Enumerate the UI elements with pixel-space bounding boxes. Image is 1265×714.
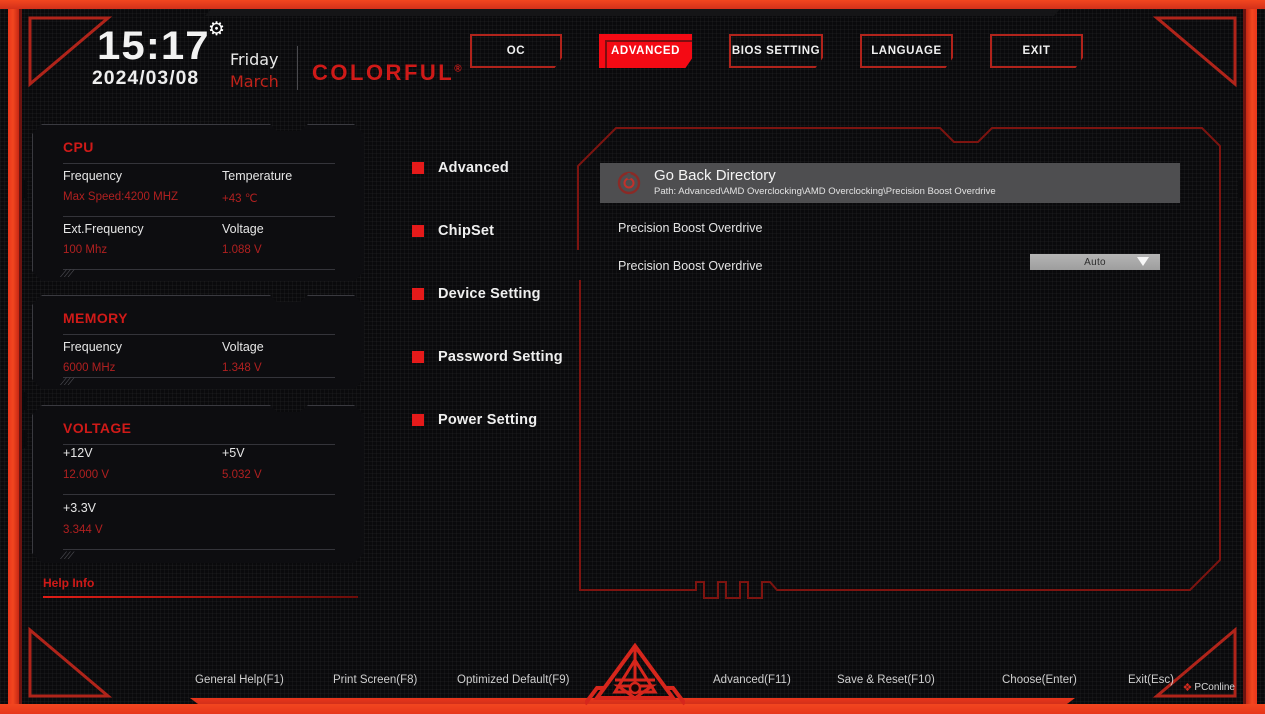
hotkey-advanced[interactable]: Advanced(F11) xyxy=(713,674,791,686)
nav-tab-advanced[interactable]: ADVANCED xyxy=(599,34,692,68)
bios-screen: 15:17 2024/03/08 ⚙ Friday March COLORFUL… xyxy=(0,0,1265,714)
memory-panel-title: MEMORY xyxy=(63,310,128,326)
clock-day-name: Friday xyxy=(230,50,279,69)
go-back-directory-row[interactable]: Go Back Directory Path: Advanced\AMD Ove… xyxy=(600,163,1180,203)
footer-hotkeys: General Help(F1) Print Screen(F8) Optimi… xyxy=(0,642,1265,706)
frame-tick-left-2 xyxy=(22,392,27,410)
hotkey-exit[interactable]: Exit(Esc) xyxy=(1128,674,1174,686)
brand-registered-mark: ® xyxy=(454,63,465,75)
voltage-5v-label: +5V xyxy=(222,446,245,460)
bullet-icon xyxy=(412,225,424,237)
cpu-temperature-value: +43 ℃ xyxy=(222,193,258,205)
voltage-33v-label: +3.3V xyxy=(63,501,97,515)
precision-boost-overdrive-label: Precision Boost Overdrive xyxy=(618,258,763,273)
nav-tab-bios-setting[interactable]: BIOS SETTING xyxy=(729,34,828,73)
memory-panel-decoration: ⁄⁄⁄ xyxy=(63,376,75,388)
cpu-panel-title: CPU xyxy=(63,139,94,155)
memory-info-panel: MEMORY Frequency 6000 MHz Voltage 1.348 … xyxy=(32,295,364,389)
memory-frequency-label: Frequency xyxy=(63,340,123,354)
triangle-emblem-icon xyxy=(583,642,687,706)
hotkey-general-help[interactable]: General Help(F1) xyxy=(195,674,284,686)
voltage-panel-title: VOLTAGE xyxy=(63,420,132,436)
cpu-temperature-label: Temperature xyxy=(222,169,293,183)
menu-item-chipset[interactable]: ChipSet xyxy=(412,215,563,247)
voltage-info-panel: VOLTAGE +12V 12.000 V +5V 5.032 V +3.3V … xyxy=(32,405,364,563)
category-menu: Advanced ChipSet Device Setting Password… xyxy=(412,152,563,436)
header-divider xyxy=(297,46,298,90)
cpu-frequency-label: Frequency xyxy=(63,169,123,183)
cpu-ext-frequency-label: Ext.Frequency xyxy=(63,222,144,236)
nav-tab-exit[interactable]: EXIT xyxy=(990,34,1088,73)
menu-item-advanced[interactable]: Advanced xyxy=(412,152,563,184)
help-info-underline xyxy=(43,596,358,598)
pconline-watermark-text: PConline xyxy=(1194,682,1235,693)
frame-tick-left-1 xyxy=(22,180,27,198)
voltage-5v-value: 5.032 V xyxy=(222,469,262,481)
precision-boost-overdrive-dropdown[interactable]: Auto xyxy=(1030,254,1160,270)
gear-icon: ⚙ xyxy=(208,19,226,40)
frame-edge-top xyxy=(0,0,1265,9)
chevron-down-icon xyxy=(1137,257,1149,266)
frame-tick-right-2 xyxy=(1238,392,1243,410)
cpu-voltage-label: Voltage xyxy=(222,222,264,236)
memory-voltage-label: Voltage xyxy=(222,340,264,354)
clock-month-name: March xyxy=(230,72,279,91)
help-info-label: Help Info xyxy=(43,576,95,590)
voltage-12v-label: +12V xyxy=(63,446,93,460)
frame-tick-right-1 xyxy=(1238,180,1243,198)
back-circle-icon xyxy=(616,170,642,196)
brand-text: COLORFUL xyxy=(312,60,455,85)
menu-item-password-setting-label: Password Setting xyxy=(438,349,563,365)
dropdown-selected-value: Auto xyxy=(1084,256,1106,268)
cpu-voltage-value: 1.088 V xyxy=(222,244,262,256)
bullet-icon xyxy=(412,414,424,426)
cpu-ext-frequency-value: 100 Mhz xyxy=(63,244,108,256)
system-clock: 15:17 2024/03/08 ⚙ Friday March COLORFUL… xyxy=(92,19,462,91)
voltage-panel-decoration: ⁄⁄⁄ xyxy=(63,550,75,562)
hotkey-print-screen[interactable]: Print Screen(F8) xyxy=(333,674,417,686)
frame-tick-right-3 xyxy=(1238,430,1243,448)
bullet-icon xyxy=(412,162,424,174)
menu-item-device-setting[interactable]: Device Setting xyxy=(412,278,563,310)
frame-edge-left xyxy=(8,0,19,714)
menu-item-chipset-label: ChipSet xyxy=(438,223,495,239)
menu-item-power-setting[interactable]: Power Setting xyxy=(412,404,563,436)
cpu-panel-decoration: ⁄⁄⁄ xyxy=(63,268,75,280)
nav-tab-oc[interactable]: OC xyxy=(470,34,567,73)
menu-item-power-setting-label: Power Setting xyxy=(438,412,538,428)
section-header-row: Precision Boost Overdrive xyxy=(600,214,1180,241)
pconline-mark-icon: ❖ xyxy=(1182,682,1193,694)
bullet-icon xyxy=(412,351,424,363)
precision-boost-overdrive-row[interactable]: Precision Boost Overdrive Auto xyxy=(600,252,1180,279)
header-bar: 15:17 2024/03/08 ⚙ Friday March COLORFUL… xyxy=(30,14,1235,92)
memory-voltage-value: 1.348 V xyxy=(222,362,262,374)
nav-tab-language[interactable]: LANGUAGE xyxy=(860,34,958,73)
cpu-frequency-value: Max Speed:4200 MHZ xyxy=(63,191,179,203)
go-back-title: Go Back Directory xyxy=(654,167,776,184)
bullet-icon xyxy=(412,288,424,300)
voltage-12v-value: 12.000 V xyxy=(63,469,110,481)
brand-logo: COLORFUL® xyxy=(312,60,464,86)
voltage-33v-value: 3.344 V xyxy=(63,524,103,536)
frame-tick-left-3 xyxy=(22,430,27,448)
section-header-label: Precision Boost Overdrive xyxy=(618,220,763,235)
menu-item-device-setting-label: Device Setting xyxy=(438,286,541,302)
menu-item-advanced-label: Advanced xyxy=(438,160,509,176)
menu-item-password-setting[interactable]: Password Setting xyxy=(412,341,563,373)
frame-edge-right xyxy=(1246,0,1257,714)
settings-list: Go Back Directory Path: Advanced\AMD Ove… xyxy=(600,163,1180,279)
hotkey-optimized-default[interactable]: Optimized Default(F9) xyxy=(457,674,569,686)
main-nav: OC ADVANCED BIOS SETTING LANGUAGE EXIT xyxy=(470,34,1088,73)
go-back-path: Path: Advanced\AMD Overclocking\AMD Over… xyxy=(654,186,996,197)
memory-frequency-value: 6000 MHz xyxy=(63,362,116,374)
cpu-info-panel: CPU Frequency Max Speed:4200 MHZ Tempera… xyxy=(32,124,364,281)
pconline-watermark: ❖ PConline xyxy=(1183,681,1235,694)
clock-date: 2024/03/08 xyxy=(92,68,200,89)
hotkey-choose[interactable]: Choose(Enter) xyxy=(1002,674,1077,686)
hotkey-save-reset[interactable]: Save & Reset(F10) xyxy=(837,674,935,686)
clock-time: 15:17 xyxy=(97,24,210,68)
